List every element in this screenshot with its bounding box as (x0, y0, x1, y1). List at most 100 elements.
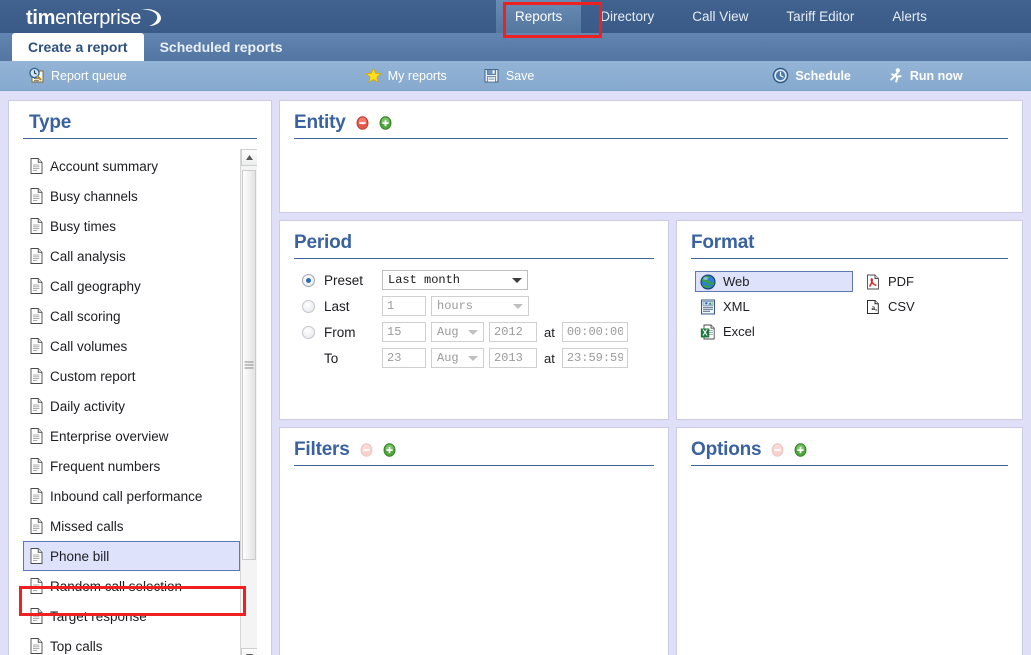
period-from-row: From Aug at (302, 321, 654, 343)
xml-file-icon (700, 299, 716, 315)
period-last-unit-select[interactable]: hours (431, 296, 529, 316)
format-option-web[interactable]: Web (695, 271, 853, 292)
minus-circle-icon[interactable] (356, 116, 369, 130)
type-item-frequent-numbers[interactable]: Frequent numbers (23, 451, 240, 481)
period-from-year-input[interactable] (489, 322, 537, 342)
period-last-row: Last hours (302, 295, 654, 317)
tab-create-a-report[interactable]: Create a report (12, 33, 144, 61)
save-label: Save (506, 69, 535, 83)
scroll-down-arrow-icon[interactable] (241, 648, 257, 655)
type-item-label: Call analysis (50, 249, 126, 264)
type-item-label: Missed calls (50, 519, 124, 534)
period-format-row: Period Preset Last month Last (279, 220, 1023, 420)
period-to-day-input[interactable] (382, 348, 426, 368)
document-icon (30, 578, 43, 594)
top-brand-bar: timenterprise Reports Directory Call Vie… (0, 0, 1031, 33)
type-item-label: Custom report (50, 369, 136, 384)
nav-item-tariff-editor[interactable]: Tariff Editor (767, 0, 873, 33)
type-item-label: Daily activity (50, 399, 125, 414)
nav-item-directory[interactable]: Directory (581, 0, 673, 33)
type-item-busy-channels[interactable]: Busy channels (23, 181, 240, 211)
type-item-call-scoring[interactable]: Call scoring (23, 301, 240, 331)
period-from-day-input[interactable] (382, 322, 426, 342)
nav-item-reports[interactable]: Reports (496, 0, 581, 33)
period-from-month-select[interactable]: Aug (431, 322, 484, 342)
report-queue-button[interactable]: Report queue (28, 67, 127, 84)
plus-circle-icon[interactable] (379, 116, 392, 130)
period-last-radio[interactable] (302, 300, 315, 313)
type-item-enterprise-overview[interactable]: Enterprise overview (23, 421, 240, 451)
period-from-radio[interactable] (302, 326, 315, 339)
type-item-inbound-call-performance[interactable]: Inbound call performance (23, 481, 240, 511)
save-button[interactable]: Save (483, 67, 535, 84)
type-item-missed-calls[interactable]: Missed calls (23, 511, 240, 541)
format-option-xml[interactable]: XML (695, 296, 853, 317)
plus-circle-icon[interactable] (794, 443, 807, 457)
format-option-csv[interactable]: a, CSV (860, 296, 922, 317)
document-icon (30, 308, 43, 324)
format-options: Web XML X Excel (691, 269, 1008, 342)
type-item-random-call-selection[interactable]: Random call selection (23, 571, 240, 601)
period-preset-radio[interactable] (302, 274, 315, 287)
type-item-label: Inbound call performance (50, 489, 202, 504)
run-now-button[interactable]: Run now (887, 67, 963, 84)
type-item-account-summary[interactable]: Account summary (23, 151, 240, 181)
format-option-label: Web (723, 274, 750, 289)
period-preset-select[interactable]: Last month (382, 270, 528, 290)
type-item-call-analysis[interactable]: Call analysis (23, 241, 240, 271)
period-preset-row: Preset Last month (302, 269, 654, 291)
nav-label-reports: Reports (515, 9, 562, 24)
period-from-time-input[interactable] (562, 322, 628, 342)
tab-label-scheduled-reports: Scheduled reports (160, 39, 283, 55)
running-man-icon (887, 67, 904, 84)
type-item-label: Random call selection (50, 579, 182, 594)
nav-label-alerts: Alerts (892, 9, 927, 24)
report-type-list: Account summary Busy channels Busy times (23, 149, 240, 655)
plus-circle-icon[interactable] (383, 443, 396, 457)
format-panel-header: Format (691, 233, 1008, 258)
type-item-daily-activity[interactable]: Daily activity (23, 391, 240, 421)
period-from-month-value: Aug (437, 325, 459, 339)
type-item-label: Frequent numbers (50, 459, 160, 474)
type-item-phone-bill[interactable]: Phone bill (23, 541, 240, 571)
document-icon (30, 158, 43, 174)
tab-scheduled-reports[interactable]: Scheduled reports (144, 33, 299, 61)
report-queue-label: Report queue (51, 69, 127, 83)
type-item-busy-times[interactable]: Busy times (23, 211, 240, 241)
chevron-down-icon (513, 304, 523, 309)
document-icon (30, 428, 43, 444)
my-reports-button[interactable]: My reports (365, 67, 447, 84)
format-column-right: PDF a, CSV (860, 271, 922, 342)
type-item-call-volumes[interactable]: Call volumes (23, 331, 240, 361)
period-to-time-input[interactable] (562, 348, 628, 368)
scrollbar-thumb[interactable] (242, 170, 256, 560)
period-to-year-input[interactable] (489, 348, 537, 368)
type-item-custom-report[interactable]: Custom report (23, 361, 240, 391)
nav-label-directory: Directory (600, 9, 654, 24)
chevron-down-icon (512, 278, 522, 283)
tab-label-create-a-report: Create a report (28, 39, 128, 55)
period-to-month-select[interactable]: Aug (431, 348, 484, 368)
type-item-label: Top calls (50, 639, 103, 654)
scroll-up-arrow-icon[interactable] (241, 149, 257, 166)
type-list-scrollbar[interactable] (240, 149, 257, 655)
format-option-pdf[interactable]: PDF (860, 271, 921, 292)
scrollbar-track[interactable] (241, 166, 257, 648)
schedule-button[interactable]: Schedule (772, 67, 851, 84)
nav-item-call-view[interactable]: Call View (673, 0, 767, 33)
format-panel: Format Web (676, 220, 1023, 420)
entity-panel-title: Entity (294, 113, 346, 132)
format-option-excel[interactable]: X Excel (695, 321, 853, 342)
filters-panel: Filters (279, 427, 669, 655)
type-item-top-calls[interactable]: Top calls (23, 631, 240, 655)
floppy-disk-icon (483, 67, 500, 84)
pdf-file-icon (865, 274, 881, 290)
type-item-target-response[interactable]: Target response (23, 601, 240, 631)
nav-item-alerts[interactable]: Alerts (873, 0, 946, 33)
document-icon (30, 518, 43, 534)
period-from-label: From (324, 325, 382, 340)
filters-panel-header: Filters (294, 440, 654, 465)
period-last-count-input[interactable] (382, 296, 426, 316)
type-item-call-geography[interactable]: Call geography (23, 271, 240, 301)
period-to-row: To Aug at (302, 347, 654, 369)
